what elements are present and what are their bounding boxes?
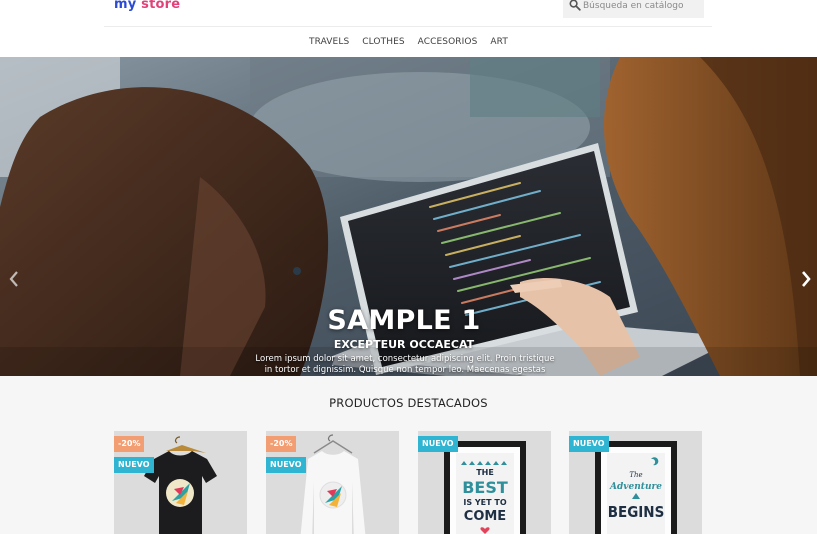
poster-line-adventure: Adventure (609, 482, 662, 492)
search-icon[interactable] (569, 0, 581, 11)
hero-carousel[interactable]: SAMPLE 1 EXCEPTEUR OCCAECAT Lorem ipsum … (0, 57, 817, 376)
main-menu: TRAVELS CLOTHES ACCESORIOS ART (0, 37, 817, 47)
poster-line-the: THE (476, 468, 494, 477)
menu-item-accesorios[interactable]: ACCESORIOS (418, 37, 478, 47)
new-badge: NUEVO (266, 457, 306, 473)
site-header: my store TRAVELS CLOTHES ACCESORIOS ART (0, 0, 817, 57)
poster-line-is-yet-to: IS YET TO (463, 498, 506, 507)
chevron-left-icon[interactable] (7, 269, 21, 289)
product-card[interactable]: THE BEST IS YET TO COME NUEVO (418, 431, 551, 534)
hero-subtitle: EXCEPTEUR OCCAECAT (333, 338, 475, 351)
poster-line-begins: BEGINS (608, 503, 665, 521)
logo-part-my: my (114, 0, 137, 12)
store-logo[interactable]: my store (114, 0, 180, 12)
new-badge: NUEVO (569, 436, 609, 452)
menu-item-clothes[interactable]: CLOTHES (362, 37, 404, 47)
product-card[interactable]: -20% NUEVO (114, 431, 247, 534)
poster-line-the: The (629, 471, 642, 479)
new-badge: NUEVO (418, 436, 458, 452)
product-card[interactable]: -20% NUEVO (266, 431, 399, 534)
hero-description: Lorem ipsum dolor sit amet, consectetur … (255, 354, 555, 375)
logo-part-store: store (141, 0, 181, 12)
menu-item-travels[interactable]: TRAVELS (309, 37, 349, 47)
search-box (563, 0, 704, 18)
search-input[interactable] (583, 0, 701, 16)
discount-badge: -20% (266, 436, 297, 452)
header-divider (104, 26, 712, 27)
menu-item-art[interactable]: ART (490, 37, 508, 47)
hero-title: SAMPLE 1 (327, 305, 481, 336)
poster-line-come: COME (464, 509, 506, 524)
product-card[interactable]: The Adventure BEGINS NUEVO (569, 431, 702, 534)
poster-line-best: BEST (462, 478, 508, 497)
discount-badge: -20% (114, 436, 145, 452)
new-badge: NUEVO (114, 457, 154, 473)
featured-products-title: PRODUCTOS DESTACADOS (329, 396, 488, 410)
chevron-right-icon[interactable] (799, 269, 813, 289)
